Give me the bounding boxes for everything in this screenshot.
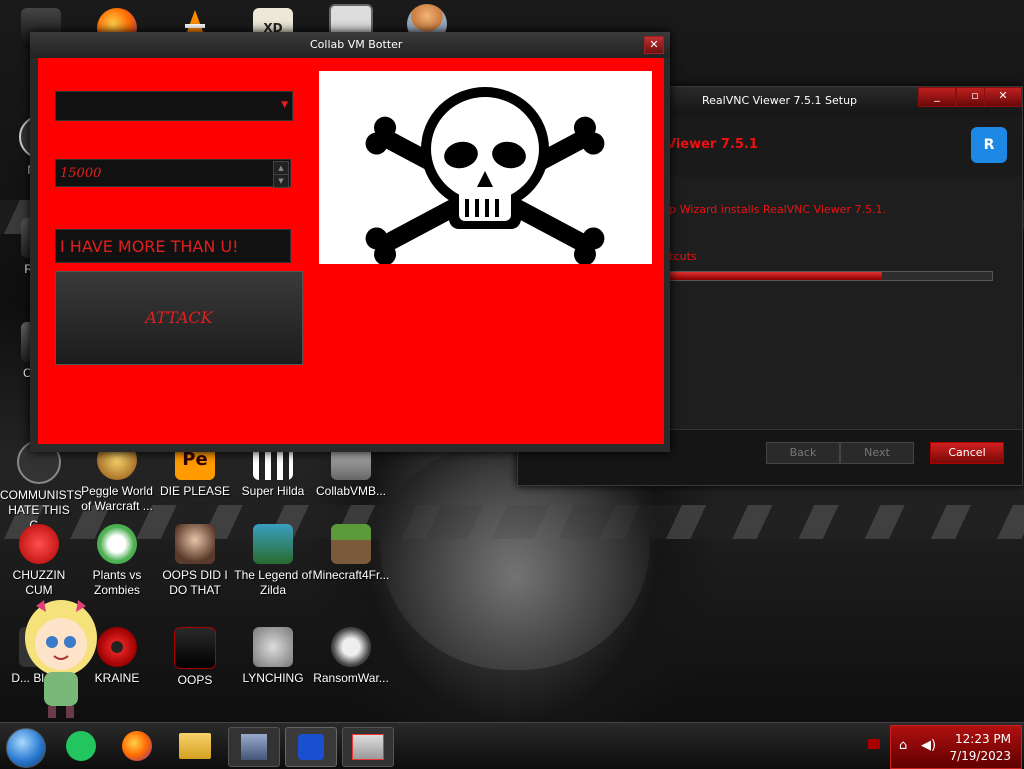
- botter-panel: ▼ 15000 ▲ ▼ I HAVE MORE THAN U! ATTACK: [38, 58, 664, 444]
- clock-time: 12:23 PM: [955, 732, 1011, 746]
- desktop-icon-minecraft[interactable]: Minecraft4Fr...: [312, 524, 390, 583]
- decrement-arrow-icon[interactable]: ▼: [273, 174, 289, 188]
- desktop-icon-pvz[interactable]: Plants vs Zombies: [78, 524, 156, 598]
- firefox-icon: [122, 731, 152, 761]
- target-dropdown[interactable]: ▼: [55, 91, 293, 121]
- icon-label: The Legend of Zilda: [234, 568, 312, 597]
- close-button[interactable]: ✕: [984, 87, 1022, 107]
- network-icon[interactable]: ⌂: [899, 738, 907, 753]
- cancel-button[interactable]: Cancel: [930, 442, 1004, 464]
- desktop-icon-communists[interactable]: COMMUNISTS HATE THIS G...: [0, 440, 82, 533]
- cartoon-character-sticker: [25, 600, 97, 718]
- icon-label: DIE PLEASE: [159, 484, 231, 498]
- desktop-icon-ransomware[interactable]: RansomWar...: [312, 627, 390, 686]
- minecraft-icon: [331, 524, 371, 564]
- increment-arrow-icon[interactable]: ▲: [273, 161, 289, 175]
- malwarebytes-icon: [298, 734, 324, 760]
- desktop-icon-lynching[interactable]: LYNCHING: [234, 627, 312, 686]
- wizard-description: tup Wizard installs RealVNC Viewer 7.5.1…: [658, 203, 886, 216]
- progress-fill: [667, 272, 882, 280]
- system-tray: ⌂ ◀) 12:23 PM 7/19/2023: [890, 725, 1022, 769]
- icon-label: Plants vs Zombies: [92, 568, 142, 597]
- start-button[interactable]: [6, 728, 46, 768]
- icon-label: OOPS DID I DO THAT: [162, 568, 228, 597]
- taskbar-app-botter[interactable]: [342, 727, 394, 767]
- clock[interactable]: 12:23 PM 7/19/2023: [949, 731, 1011, 765]
- tray-overflow-icon[interactable]: [868, 739, 880, 749]
- taskbar-app-setup[interactable]: [228, 727, 280, 767]
- taskbar: ⌂ ◀) 12:23 PM 7/19/2023: [0, 722, 1024, 769]
- next-button[interactable]: Next: [840, 442, 914, 464]
- interval-stepper[interactable]: 15000 ▲ ▼: [55, 159, 291, 188]
- window-titlebar[interactable]: Collab VM Botter ✕: [30, 32, 670, 58]
- interval-value: 15000: [60, 166, 102, 181]
- skull-icon: [331, 627, 371, 667]
- icon-label: CollabVMB...: [315, 484, 387, 498]
- desktop-icon-oops-did-i[interactable]: OOPS DID I DO THAT: [156, 524, 234, 598]
- zelda-icon: [253, 524, 293, 564]
- minimize-button[interactable]: _: [918, 87, 956, 107]
- setup-icon: [241, 734, 267, 760]
- icon-label: RansomWar...: [313, 671, 389, 685]
- chevron-down-icon[interactable]: ▼: [281, 100, 288, 110]
- monitor-icon: [352, 734, 384, 760]
- collab-vm-botter-window: Collab VM Botter ✕ ▼ 15000 ▲ ▼ I HAVE MO…: [30, 32, 670, 452]
- desktop-icon-zilda[interactable]: The Legend of Zilda: [234, 524, 312, 598]
- skull-crossbones-icon: [365, 87, 605, 266]
- message-input[interactable]: I HAVE MORE THAN U!: [55, 229, 291, 263]
- window-title: RealVNC Viewer 7.5.1 Setup: [702, 94, 858, 107]
- taskbar-app-explorer[interactable]: [170, 727, 220, 765]
- realvnc-logo-icon: R: [971, 127, 1007, 163]
- taskbar-app-malwarebytes[interactable]: [285, 727, 337, 767]
- volume-icon[interactable]: ◀): [921, 738, 936, 753]
- install-progress-bar: [666, 271, 993, 281]
- icon-label: LYNCHING: [242, 671, 304, 685]
- folder-icon: [179, 733, 211, 759]
- icon-label: Minecraft4Fr...: [312, 568, 390, 582]
- skull-image: [319, 71, 652, 266]
- attack-button[interactable]: ATTACK: [55, 271, 303, 365]
- icon-label: CHUZZIN CUM: [12, 568, 66, 597]
- rope-icon: [253, 627, 293, 667]
- clock-date: 7/19/2023: [949, 749, 1011, 763]
- desktop-icon-chuzzin[interactable]: CHUZZIN CUM: [0, 524, 78, 598]
- notes-icon: [66, 731, 96, 761]
- portrait-icon: [175, 524, 215, 564]
- wizard-heading: Viewer 7.5.1: [666, 137, 758, 152]
- message-value: I HAVE MORE THAN U!: [60, 237, 239, 256]
- taskbar-app-notes[interactable]: [56, 727, 106, 765]
- taskbar-app-firefox[interactable]: [112, 727, 162, 765]
- back-button[interactable]: Back: [766, 442, 840, 464]
- icon-label: OOPS: [177, 673, 213, 687]
- window-title: Collab VM Botter: [310, 38, 403, 51]
- icon-label: Peggle World of Warcraft ...: [81, 484, 153, 513]
- desktop-icon-oops[interactable]: OOPS: [156, 627, 234, 688]
- icon-label: Super Hilda: [241, 484, 305, 498]
- chuzzle-icon: [19, 524, 59, 564]
- close-button[interactable]: ✕: [644, 36, 664, 54]
- app-icon: [174, 627, 216, 669]
- flower-icon: [97, 524, 137, 564]
